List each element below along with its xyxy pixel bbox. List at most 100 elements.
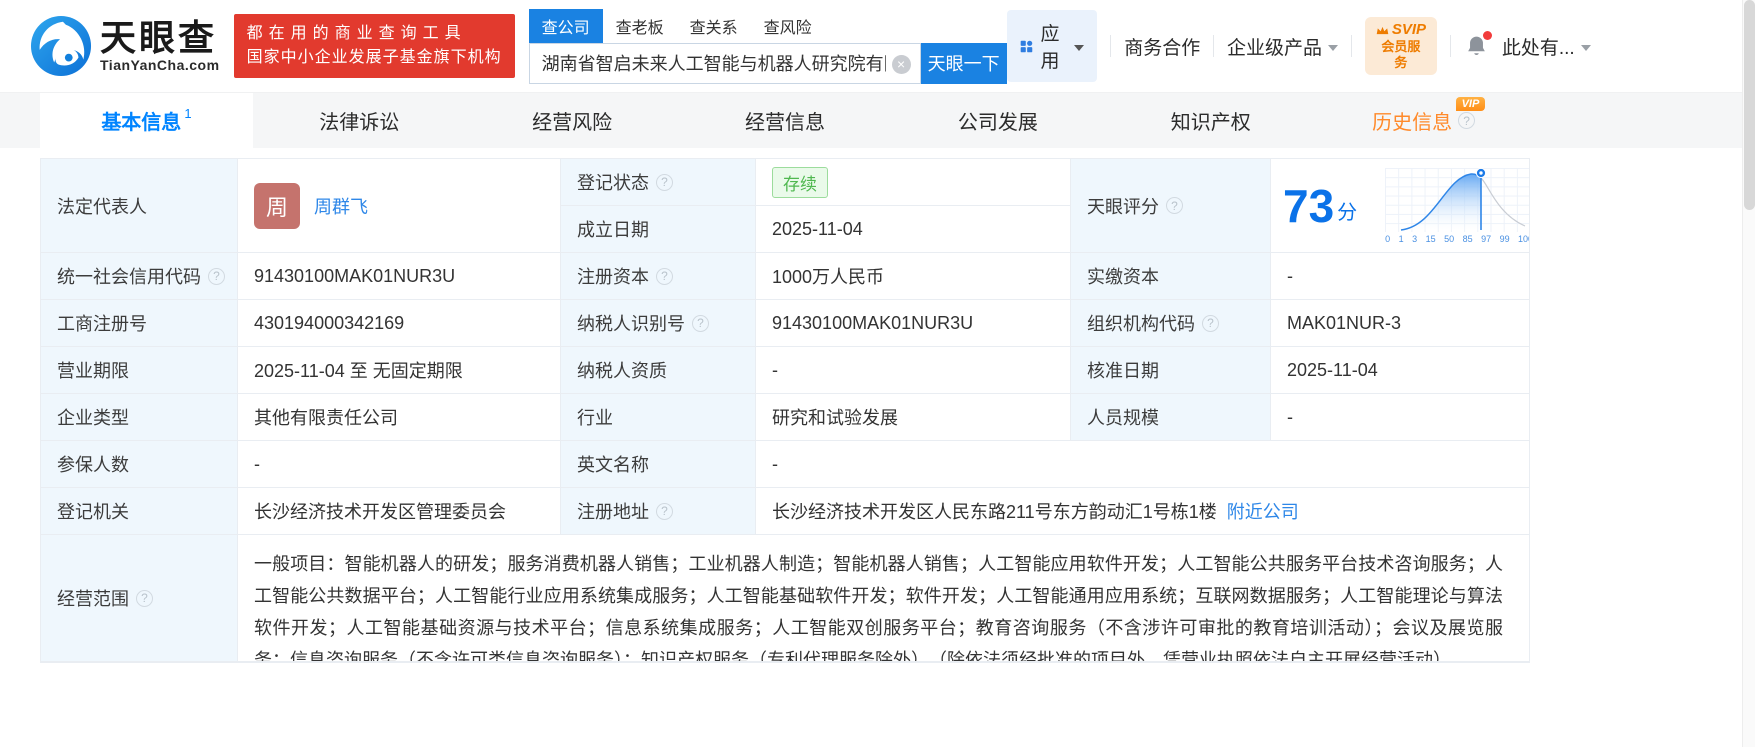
field-value-registration-authority: 长沙经济技术开发区管理委员会: [238, 488, 561, 535]
slogan-line-2: 国家中小企业发展子基金旗下机构: [246, 49, 502, 66]
value-text: MAK01NUR-3: [1287, 312, 1402, 333]
search-row: 湖南省智启未来人工智能与机器人研究院有限公司 × 天眼一下: [528, 42, 1007, 84]
avatar[interactable]: 周: [254, 182, 300, 229]
clear-search-icon[interactable]: ×: [891, 54, 911, 74]
tab-label: 经营信息: [745, 112, 825, 134]
label-text: 经营范围: [57, 589, 129, 609]
score-distribution-chart: 0 1 3 15 50 85 97 99 100: [1385, 167, 1529, 244]
tab-label: 法律诉讼: [319, 112, 400, 134]
help-icon[interactable]: ?: [208, 267, 225, 285]
search-tab-boss[interactable]: 查老板: [603, 9, 677, 43]
search-button[interactable]: 天眼一下: [920, 42, 1007, 84]
chevron-down-icon: [1328, 44, 1339, 51]
scrollbar-thumb[interactable]: [1744, 0, 1755, 210]
nav-enterprise-products[interactable]: 企业级产品: [1227, 33, 1339, 60]
tab-history-info[interactable]: VIP 历史信息 ?: [1317, 93, 1530, 148]
svip-sublabel: 会员服务: [1381, 39, 1421, 70]
field-label-taxpayer-id: 纳税人识别号 ?: [561, 300, 756, 347]
search-tab-relations[interactable]: 查关系: [677, 9, 751, 43]
tab-intellectual-property[interactable]: 知识产权: [1104, 93, 1317, 148]
value-text: 长沙经济技术开发区人民东路211号东方韵动汇1号栋1楼: [772, 502, 1217, 522]
value-text: -: [1287, 265, 1293, 286]
label-text: 企业类型: [57, 408, 129, 428]
account-menu[interactable]: 此处有...: [1502, 33, 1591, 60]
help-icon[interactable]: ?: [656, 173, 673, 191]
help-icon[interactable]: ?: [656, 267, 673, 285]
field-label-taxpayer-quality: 纳税人资质: [561, 347, 756, 394]
tab-legal-proceedings[interactable]: 法律诉讼: [253, 93, 466, 148]
search-input-value: 湖南省智启未来人工智能与机器人研究院有限公司: [541, 54, 886, 74]
label-text: 纳税人资质: [577, 361, 667, 381]
value-text: -: [772, 453, 778, 474]
label-text: 登记机关: [57, 502, 129, 522]
value-text: 研究和试验发展: [772, 408, 898, 428]
tick: 0: [1385, 233, 1391, 244]
help-icon[interactable]: ?: [656, 502, 673, 520]
legal-representative-link[interactable]: 周群飞: [314, 193, 368, 219]
apps-label: 应用: [1040, 24, 1060, 72]
field-value-establish-date: 2025-11-04: [756, 206, 1071, 253]
divider: [1110, 35, 1112, 57]
nearby-companies-link[interactable]: 附近公司: [1227, 498, 1299, 524]
field-label-registration-authority: 登记机关: [41, 488, 238, 535]
value-text: 2025-11-04 至 无固定期限: [254, 361, 463, 381]
tab-label: 知识产权: [1170, 112, 1251, 134]
notifications-bell[interactable]: [1464, 31, 1492, 59]
label-text: 成立日期: [577, 220, 649, 240]
business-cooperation-label: 商务合作: [1124, 37, 1201, 59]
tianyan-score: 73 分: [1283, 183, 1357, 229]
field-value-business-scope: 一般项目：智能机器人的研发；服务消费机器人销售；工业机器人制造；智能机器人销售；…: [238, 535, 1529, 662]
enterprise-products-label: 企业级产品: [1227, 37, 1323, 59]
label-text: 纳税人识别号: [577, 314, 685, 334]
score-chart-ticks: 0 1 3 15 50 85 97 99 100: [1385, 234, 1529, 244]
field-label-business-term: 营业期限: [41, 347, 238, 394]
brand-name: 天眼查: [100, 17, 218, 58]
help-icon[interactable]: ?: [692, 314, 709, 332]
search-area: 查公司 查老板 查关系 查风险 湖南省智启未来人工智能与机器人研究院有限公司 ×…: [528, 8, 1007, 84]
value-text: -: [772, 359, 778, 380]
svip-member-service[interactable]: SVIP 会员服务: [1364, 17, 1438, 75]
tab-operating-risk[interactable]: 经营风险: [466, 93, 679, 148]
field-label-insured-count: 参保人数: [41, 441, 238, 488]
help-icon[interactable]: ?: [1202, 314, 1219, 332]
label-text: 天眼评分: [1087, 196, 1159, 217]
label-text: 行业: [577, 408, 613, 428]
tianyancha-logo-icon: [30, 15, 92, 77]
help-icon[interactable]: ?: [1458, 112, 1476, 129]
field-label-credit-code: 统一社会信用代码 ?: [41, 253, 238, 300]
value-text: 长沙经济技术开发区管理委员会: [254, 502, 506, 522]
value-text: -: [254, 453, 260, 474]
field-label-approval-date: 核准日期: [1071, 347, 1271, 394]
field-value-industry: 研究和试验发展: [756, 394, 1071, 441]
scrollbar-track[interactable]: [1742, 0, 1755, 747]
field-value-registered-address: 长沙经济技术开发区人民东路211号东方韵动汇1号栋1楼 附近公司: [756, 488, 1529, 535]
registration-status-badge: 存续: [772, 166, 828, 198]
tianyancha-logo[interactable]: 天眼查 TianYanCha.com: [30, 15, 220, 77]
field-label-registered-capital: 注册资本 ?: [561, 253, 756, 300]
tianyancha-company-page: 天眼查 TianYanCha.com 都在用的商业查询工具 国家中小企业发展子基…: [0, 0, 1755, 747]
tick: 50: [1444, 233, 1455, 244]
value-text: -: [1287, 406, 1293, 427]
help-icon[interactable]: ?: [136, 589, 153, 607]
label-text: 核准日期: [1087, 361, 1159, 381]
field-label-establish-date: 成立日期: [561, 206, 756, 253]
field-label-industry: 行业: [561, 394, 756, 441]
label-text: 法定代表人: [57, 196, 147, 217]
tab-company-development[interactable]: 公司发展: [891, 93, 1104, 148]
search-input[interactable]: 湖南省智启未来人工智能与机器人研究院有限公司 ×: [528, 42, 921, 84]
search-tab-company[interactable]: 查公司: [528, 8, 603, 43]
divider: [1450, 35, 1451, 57]
tab-label: 经营风险: [532, 112, 613, 134]
label-text: 参保人数: [57, 455, 129, 475]
apps-menu[interactable]: 应用: [1006, 10, 1098, 82]
nav-business-cooperation[interactable]: 商务合作: [1124, 33, 1200, 60]
help-icon[interactable]: ?: [1166, 197, 1183, 214]
search-tab-risk[interactable]: 查风险: [751, 9, 825, 43]
tab-business-info[interactable]: 经营信息: [679, 93, 892, 148]
label-text: 实缴资本: [1087, 267, 1159, 287]
tick: 1: [1398, 233, 1404, 244]
tick: 100: [1518, 233, 1529, 244]
field-value-registration-status: 存续: [756, 159, 1071, 206]
tab-basic-info[interactable]: 基本信息 1: [40, 93, 253, 148]
field-value-approval-date: 2025-11-04: [1271, 347, 1529, 394]
